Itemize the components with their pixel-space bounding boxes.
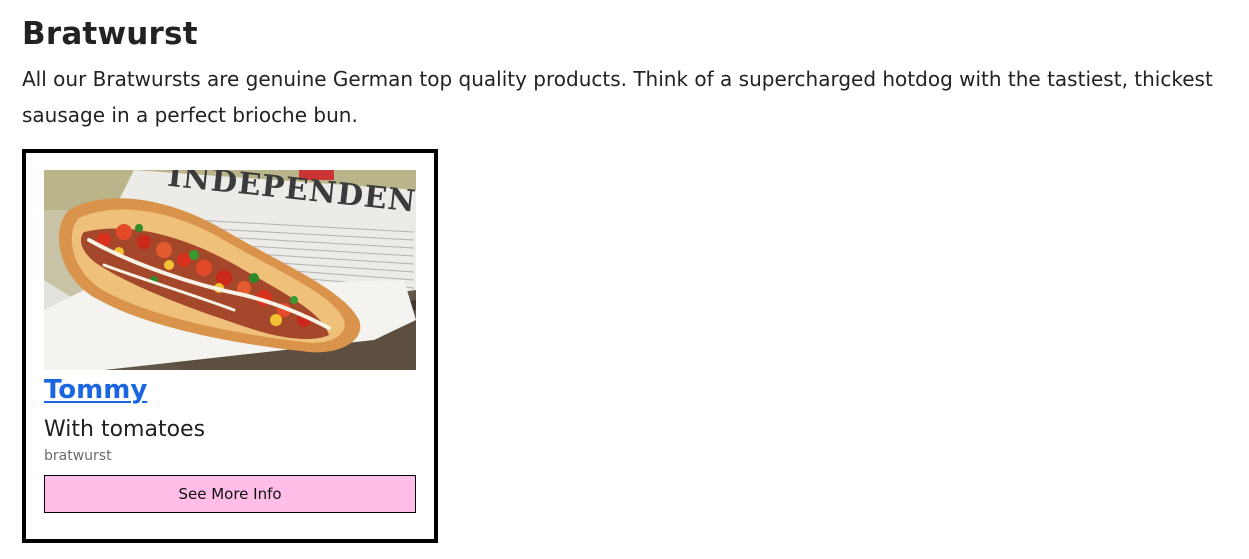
- section-description: All our Bratwursts are genuine German to…: [22, 67, 1213, 127]
- bratwurst-section: Bratwurst All our Bratwursts are genuine…: [22, 14, 1242, 133]
- section-title: Bratwurst: [22, 16, 198, 52]
- product-title-link[interactable]: Tommy: [44, 373, 147, 407]
- product-category: bratwurst: [44, 448, 112, 464]
- product-image[interactable]: INDEPENDENT: [44, 170, 416, 370]
- product-card: INDEPENDENT Tommy With tomatoes bratwurs…: [22, 149, 438, 543]
- hotdog-photo: INDEPENDENT: [44, 170, 416, 370]
- see-more-info-button[interactable]: See More Info: [44, 475, 416, 513]
- product-subtitle: With tomatoes: [44, 417, 206, 442]
